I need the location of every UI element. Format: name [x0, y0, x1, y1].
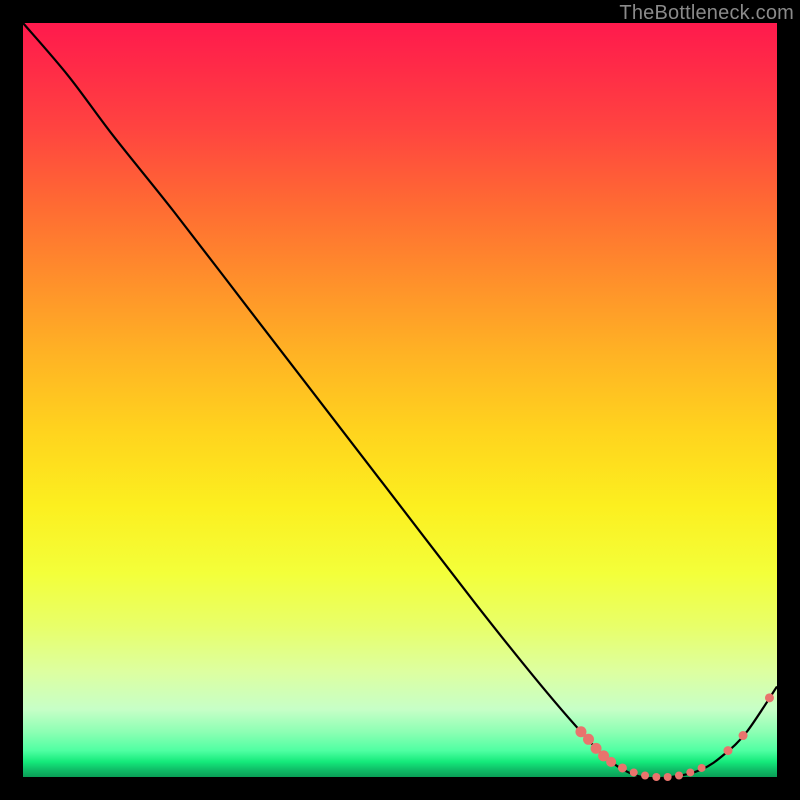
curve-marker	[606, 757, 616, 767]
chart-svg	[23, 23, 777, 777]
curve-marker	[630, 768, 638, 776]
curve-marker	[686, 768, 694, 776]
watermark-text: TheBottleneck.com	[619, 2, 794, 25]
curve-marker	[675, 771, 683, 779]
chart-frame: TheBottleneck.com	[0, 0, 800, 800]
curve-marker	[652, 773, 660, 781]
curve-marker	[723, 746, 732, 755]
curve-markers	[575, 693, 774, 781]
bottleneck-curve	[23, 23, 777, 778]
curve-marker	[698, 764, 706, 772]
curve-marker	[664, 773, 672, 781]
curve-marker	[765, 693, 774, 702]
curve-marker	[739, 731, 748, 740]
curve-marker	[583, 734, 594, 745]
curve-marker	[641, 771, 649, 779]
plot-area	[23, 23, 777, 777]
curve-marker	[618, 763, 627, 772]
